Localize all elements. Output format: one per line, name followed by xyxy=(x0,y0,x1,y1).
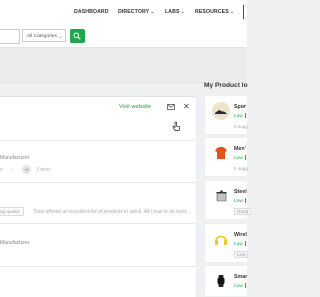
review-snippet: They offered an excellent list of produc… xyxy=(33,209,191,215)
divider xyxy=(0,223,196,224)
category-select-value: All Categories xyxy=(27,34,57,39)
page-banner xyxy=(0,48,247,84)
product-name: Men' xyxy=(234,146,246,152)
list-item-text: s xyxy=(0,167,3,173)
product-card[interactable]: Men' Low 5 sugg xyxy=(205,138,248,176)
divider xyxy=(0,140,196,141)
mail-icon[interactable] xyxy=(167,104,175,110)
nav-dashboard[interactable]: DASHBOARD xyxy=(74,9,109,15)
product-thumbnail xyxy=(212,272,230,290)
steel-pot-icon xyxy=(216,190,227,202)
nav-directory[interactable]: DIRECTORY⌄ xyxy=(118,9,154,15)
stock-level: Low xyxy=(234,283,246,289)
divider xyxy=(0,182,196,183)
stock-level-label: Low xyxy=(234,113,243,119)
smartwatch-icon xyxy=(217,275,225,287)
product-tag: Good xyxy=(234,208,252,215)
sidebar-title: My Product lo xyxy=(204,82,248,89)
product-card[interactable]: Smar Low xyxy=(205,266,247,296)
chevron-down-icon: ⌄ xyxy=(180,9,185,15)
search-button[interactable] xyxy=(70,29,85,43)
stock-level-label: Low xyxy=(234,283,243,289)
close-icon[interactable]: ✕ xyxy=(183,103,190,111)
category-select[interactable]: All Categories ⌄ xyxy=(22,29,66,42)
nav-directory-label: DIRECTORY xyxy=(118,9,150,15)
top-nav-bar: DASHBOARD DIRECTORY⌄ LABS⌄ RESOURCES⌄ xyxy=(0,0,247,26)
level-bar xyxy=(244,113,246,118)
chevron-down-icon: ⌄ xyxy=(150,9,155,15)
product-meta: 5 sugg xyxy=(234,166,248,171)
product-thumbnail xyxy=(212,102,230,120)
list-item-ellipsis: ... xyxy=(10,166,15,172)
level-bar xyxy=(244,155,246,160)
stock-level: Low xyxy=(234,241,246,247)
chevron-down-icon: ⌄ xyxy=(58,34,62,39)
product-name: Steel xyxy=(234,189,247,195)
nav-resources[interactable]: RESOURCES⌄ xyxy=(195,9,234,15)
chevron-down-icon: ⌄ xyxy=(229,9,235,15)
sneaker-icon xyxy=(215,110,227,116)
level-bar xyxy=(244,241,246,246)
product-name: Smar xyxy=(234,274,248,280)
level-bar xyxy=(244,283,246,288)
stock-level: Low xyxy=(234,113,246,119)
product-tag: Low xyxy=(234,251,249,258)
list-item-label: Manufacturer xyxy=(0,155,30,161)
product-name: Wirel xyxy=(234,232,247,238)
stock-level: Low xyxy=(234,155,246,161)
product-card[interactable]: Steel Low Good xyxy=(205,181,252,219)
product-thumbnail xyxy=(212,144,230,162)
stock-level-label: Low xyxy=(234,198,243,204)
account-button-edge[interactable] xyxy=(243,5,247,19)
nav-labs-label: LABS xyxy=(165,9,180,15)
quality-tag: ng quality xyxy=(0,207,24,216)
divider xyxy=(0,266,196,267)
product-meta: 5 sugg xyxy=(234,124,248,129)
product-thumbnail xyxy=(212,187,230,205)
search-icon xyxy=(73,32,81,40)
visit-website-link[interactable]: Visit website xyxy=(119,104,151,110)
product-name: Spor xyxy=(234,104,247,110)
product-card[interactable]: Spor Low 5 sugg xyxy=(205,96,248,134)
nav-labs[interactable]: LABS⌄ xyxy=(165,9,185,15)
time-stamp: 3 mins xyxy=(36,167,51,173)
product-card[interactable]: Wirel Low Low xyxy=(205,224,249,262)
headphones-icon xyxy=(215,235,227,245)
search-input[interactable] xyxy=(0,29,20,44)
stock-level-label: Low xyxy=(234,241,243,247)
level-bar xyxy=(244,198,246,203)
hand-cursor-icon xyxy=(172,121,181,131)
nav-resources-label: RESOURCES xyxy=(195,9,229,15)
stock-level: Low xyxy=(234,198,246,204)
stock-level-label: Low xyxy=(234,155,243,161)
search-bar: All Categories ⌄ xyxy=(0,25,247,48)
list-item-label: Manufacturer xyxy=(0,240,30,246)
count-badge: +1 xyxy=(22,165,31,174)
tshirt-icon xyxy=(215,147,227,159)
product-thumbnail xyxy=(212,230,230,248)
